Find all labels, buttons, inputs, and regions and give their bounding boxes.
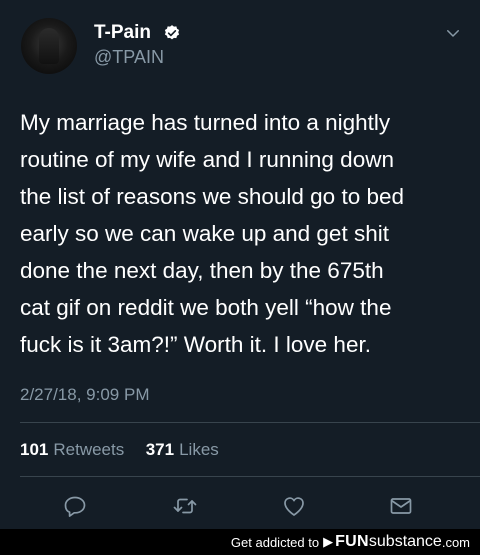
chevron-down-icon[interactable] <box>444 24 462 42</box>
watermark-logo-main: FUN <box>335 533 369 550</box>
tweet-text: My marriage has turned into a nightly ro… <box>20 104 460 363</box>
tweet-stats: 101 Retweets 371 Likes <box>20 440 219 460</box>
divider <box>20 476 480 477</box>
funsubstance-arrow-icon: ▶ <box>323 534 334 549</box>
watermark-logo-sub: substance <box>368 533 442 550</box>
tweet-timestamp[interactable]: 2/27/18, 9:09 PM <box>20 385 149 405</box>
tweet-line: My marriage has turned into a nightly <box>20 110 391 135</box>
retweets-count: 101 <box>20 440 49 459</box>
avatar[interactable] <box>21 18 77 74</box>
watermark-logo-domain: .com <box>441 534 470 550</box>
author-handle: @TPAIN <box>94 47 164 67</box>
watermark-text: Get addicted to <box>230 534 320 550</box>
message-icon[interactable] <box>388 494 414 518</box>
tweet-line: done the next day, then by the 675th <box>20 258 384 283</box>
reply-icon[interactable] <box>62 494 88 518</box>
verified-icon <box>164 25 180 40</box>
watermark-bar: Get addicted to ▶ FUN substance .com <box>0 529 480 555</box>
divider <box>20 422 480 423</box>
likes-label: Likes <box>179 440 219 459</box>
avatar-figure <box>39 28 59 64</box>
tweet-line: cat gif on reddit we both yell “how the <box>20 295 392 320</box>
tweet-line: early so we can wake up and get shit <box>20 221 389 246</box>
likes-stat[interactable]: 371 Likes <box>141 440 219 459</box>
author-name[interactable]: T-Pain <box>94 22 151 44</box>
tweet-line: the list of reasons we should go to bed <box>20 184 404 209</box>
retweets-stat[interactable]: 101 Retweets <box>20 440 129 459</box>
tweet-line: routine of my wife and I running down <box>20 147 394 172</box>
like-icon[interactable] <box>281 494 307 518</box>
retweet-icon[interactable] <box>172 494 198 518</box>
tweet-line: fuck is it 3am?!” Worth it. I love her. <box>20 332 371 357</box>
likes-count: 371 <box>145 440 175 459</box>
retweets-label: Retweets <box>53 440 125 459</box>
